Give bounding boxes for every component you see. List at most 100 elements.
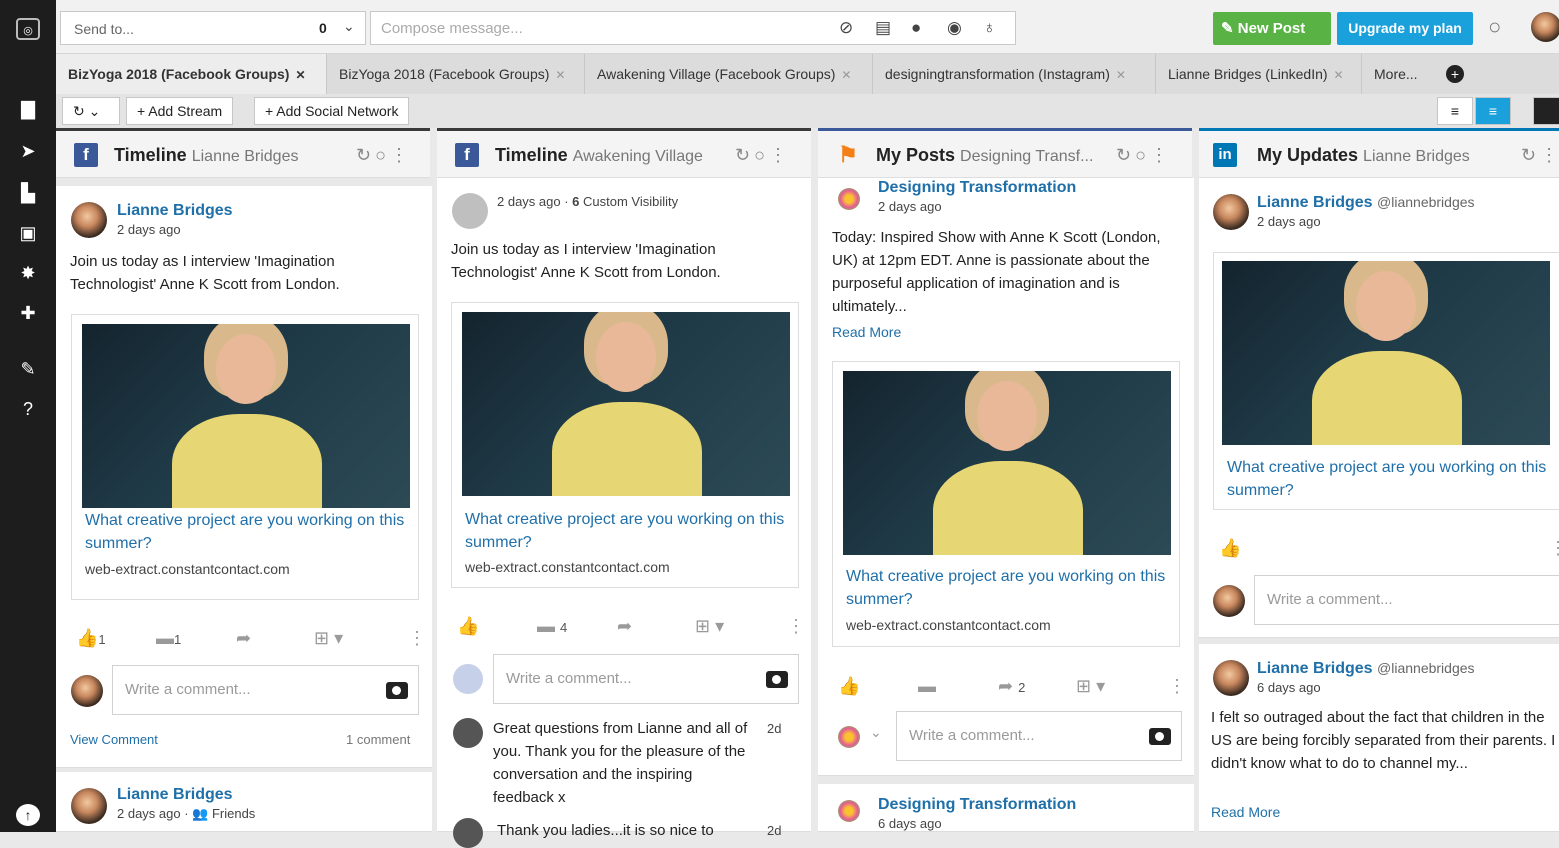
share-icon[interactable]: ➦: [617, 616, 632, 637]
more-options-icon[interactable]: ⋮: [1168, 676, 1186, 697]
calendar-icon[interactable]: ▤: [875, 18, 891, 38]
link-title[interactable]: What creative project are you working on…: [465, 508, 785, 554]
boost-menu-icon[interactable]: ⊞ ▾: [1076, 676, 1105, 697]
privacy-lock-icon[interactable]: ♁: [983, 18, 996, 38]
comment-button[interactable]: ▬ 4: [537, 616, 567, 637]
column-controls-icon[interactable]: ↻○⋮: [1116, 145, 1172, 166]
link-preview[interactable]: What creative project are you working on…: [832, 361, 1180, 647]
post-author[interactable]: Designing Transformation: [878, 796, 1076, 814]
attach-icon[interactable]: ⊘: [839, 18, 853, 38]
link-title[interactable]: What creative project are you working on…: [846, 565, 1166, 611]
comment-input[interactable]: Write a comment...: [112, 665, 419, 715]
location-pin-icon[interactable]: ●: [911, 18, 921, 38]
column-controls-icon[interactable]: ↻○⋮: [356, 145, 412, 166]
close-icon[interactable]: ✕: [295, 68, 305, 82]
post-author[interactable]: Designing Transformation: [878, 179, 1076, 197]
send-to-placeholder: Send to...: [74, 21, 134, 37]
column-title-text: My Updates: [1257, 145, 1359, 165]
add-tab-icon[interactable]: +: [1446, 65, 1464, 83]
apps-puzzle-icon[interactable]: ✚: [16, 302, 40, 324]
refresh-dropdown-button[interactable]: ↻ ⌄: [62, 97, 120, 125]
like-icon[interactable]: 👍: [838, 676, 860, 697]
post-author[interactable]: Lianne Bridges: [117, 202, 233, 220]
upgrade-plan-button[interactable]: Upgrade my plan: [1337, 12, 1473, 45]
compose-message-input[interactable]: Compose message... ⊘ ▤ ● ◉ ♁: [370, 11, 1016, 45]
post-card: Lianne Bridges 2 days ago · 👥 Friends: [56, 772, 432, 832]
column-header: in My Updates Lianne Bridges ↻⋮: [1199, 128, 1559, 178]
camera-icon[interactable]: [766, 671, 788, 688]
read-more-link[interactable]: Read More: [832, 324, 901, 340]
link-preview[interactable]: What creative project are you working on…: [1213, 252, 1559, 510]
share-button[interactable]: ➦ 2: [998, 676, 1025, 697]
comment-input[interactable]: Write a comment...: [896, 711, 1182, 761]
search-icon[interactable]: ○: [1488, 14, 1501, 40]
comment-count-text: 1 comment: [346, 732, 411, 747]
post-author[interactable]: Lianne Bridges: [117, 786, 233, 804]
link-preview[interactable]: What creative project are you working on…: [451, 302, 799, 588]
more-options-icon[interactable]: ⋮: [1549, 538, 1559, 559]
comment-input[interactable]: Write a comment...: [1254, 575, 1559, 625]
link-title[interactable]: What creative project are you working on…: [1227, 456, 1549, 502]
column-controls-icon[interactable]: ↻○⋮: [735, 145, 791, 166]
comment-input[interactable]: Write a comment...: [493, 654, 799, 704]
post-card: Lianne Bridges 2 days ago Join us today …: [56, 186, 432, 768]
tab-bizyoga[interactable]: BizYoga 2018 (Facebook Groups) ✕: [327, 54, 585, 94]
post-author[interactable]: Lianne Bridges @liannebridges: [1257, 660, 1475, 678]
targeting-icon[interactable]: ◉: [947, 18, 962, 38]
comment-button[interactable]: ▬1: [156, 628, 181, 649]
close-icon[interactable]: ✕: [841, 68, 851, 82]
comment-icon[interactable]: ▬: [918, 676, 936, 697]
view-comment-link[interactable]: View Comment: [70, 732, 158, 747]
boost-menu-icon[interactable]: ⊞ ▾: [695, 616, 724, 637]
more-options-icon[interactable]: ⋮: [787, 616, 805, 637]
tab-label: BizYoga 2018 (Facebook Groups): [339, 66, 550, 82]
upload-icon[interactable]: ↑: [16, 804, 40, 826]
help-icon[interactable]: ?: [16, 398, 40, 420]
post-author[interactable]: Lianne Bridges @liannebridges: [1257, 194, 1475, 212]
camera-icon[interactable]: [1149, 728, 1171, 745]
commenter-avatar: [1213, 585, 1245, 617]
like-count: 1: [98, 632, 106, 647]
publisher-icon[interactable]: ➤: [16, 140, 40, 162]
link-title[interactable]: What creative project are you working on…: [85, 509, 405, 555]
tab-bizyoga-active[interactable]: BizYoga 2018 (Facebook Groups) ✕: [56, 54, 327, 94]
close-icon[interactable]: ✕: [555, 68, 565, 82]
assignments-icon[interactable]: ▣: [16, 222, 40, 244]
camera-icon[interactable]: [386, 682, 408, 699]
tab-designingtransformation[interactable]: designingtransformation (Instagram) ✕: [873, 54, 1156, 94]
close-icon[interactable]: ✕: [1116, 68, 1126, 82]
layout-standard-icon[interactable]: ≡: [1475, 97, 1511, 125]
more-options-icon[interactable]: ⋮: [408, 628, 426, 649]
tab-lianne-linkedin[interactable]: Lianne Bridges (LinkedIn) ✕: [1156, 54, 1362, 94]
refresh-icon: ↻: [73, 103, 85, 119]
user-avatar[interactable]: [1531, 12, 1559, 42]
contacts-icon[interactable]: ✸: [16, 262, 40, 284]
like-icon[interactable]: 👍: [457, 616, 479, 637]
post-time: 2 days ago: [1257, 214, 1321, 229]
streams-icon[interactable]: ▇: [16, 98, 40, 120]
read-more-link[interactable]: Read More: [1211, 804, 1280, 820]
add-stream-button[interactable]: + Add Stream: [126, 97, 234, 125]
tab-awakening-village[interactable]: Awakening Village (Facebook Groups) ✕: [585, 54, 873, 94]
column-header: ⚑ My Posts Designing Transf... ↻○⋮: [818, 128, 1192, 178]
layout-compact-icon[interactable]: ≡: [1437, 97, 1473, 125]
owl-logo-icon[interactable]: ◎: [16, 18, 40, 40]
column-controls-icon[interactable]: ↻⋮: [1521, 145, 1559, 166]
new-post-button[interactable]: ✎ New Post: [1213, 12, 1331, 45]
tab-more[interactable]: More...: [1362, 54, 1432, 94]
share-icon[interactable]: ➦: [236, 628, 251, 649]
layout-wide-icon[interactable]: [1533, 97, 1559, 125]
like-icon[interactable]: 👍: [1219, 538, 1241, 559]
chevron-down-icon[interactable]: ⌄: [343, 18, 355, 35]
tools-wrench-icon[interactable]: ✎: [16, 358, 40, 380]
add-social-network-button[interactable]: + Add Social Network: [254, 97, 410, 125]
stream-column-my-updates: in My Updates Lianne Bridges ↻⋮ Lianne B…: [1199, 128, 1559, 832]
boost-menu-icon[interactable]: ⊞ ▾: [314, 628, 343, 649]
analytics-icon[interactable]: ▙: [16, 182, 40, 204]
link-preview[interactable]: What creative project are you working on…: [71, 314, 419, 600]
send-to-field[interactable]: Send to... 0 ⌄: [60, 11, 366, 45]
like-button[interactable]: 👍1: [76, 628, 106, 649]
link-domain: web-extract.constantcontact.com: [85, 561, 290, 577]
close-icon[interactable]: ✕: [1334, 68, 1344, 82]
chevron-down-icon[interactable]: ⌄: [870, 724, 882, 741]
